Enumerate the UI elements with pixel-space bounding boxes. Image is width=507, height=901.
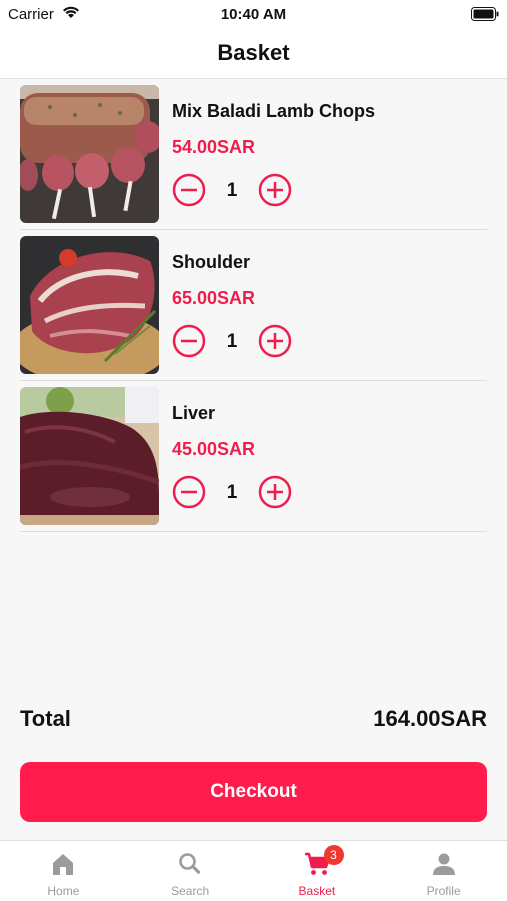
page-title: Basket	[217, 40, 290, 65]
quantity-value: 1	[226, 482, 238, 503]
nav-bar: Basket	[0, 30, 507, 79]
product-image-liver	[20, 387, 159, 525]
tab-label: Search	[171, 884, 210, 898]
status-bar: Carrier 10:40 AM	[0, 0, 507, 30]
product-image-lamb-chops	[20, 85, 159, 223]
cart-count-badge: 3	[323, 845, 344, 865]
decrease-quantity-icon[interactable]	[172, 324, 206, 358]
search-icon	[179, 853, 201, 874]
item-price: 54.00SAR	[172, 137, 256, 157]
clock: 10:40 AM	[220, 6, 287, 23]
increase-quantity-icon[interactable]	[258, 324, 292, 358]
basket-item-liver: Liver 45.00SAR 1	[20, 381, 487, 532]
total-value: 164.00SAR	[373, 706, 487, 731]
item-price: 45.00SAR	[172, 439, 256, 459]
tab-home[interactable]: Home	[0, 841, 127, 901]
quantity-stepper: 1	[172, 475, 302, 509]
quantity-stepper: 1	[172, 324, 302, 358]
quantity-value: 1	[226, 331, 238, 352]
item-name: Mix Baladi Lamb Chops	[172, 101, 376, 121]
basket-item-shoulder: Shoulder 65.00SAR 1	[20, 230, 487, 381]
tab-bar: Home Search 3 Basket Profile	[0, 840, 507, 901]
person-icon	[432, 853, 455, 875]
item-price: 65.00SAR	[172, 288, 256, 308]
checkout-button[interactable]: Checkout	[20, 762, 487, 822]
basket-item-lamb-chops: Mix Baladi Lamb Chops 54.00SAR 1	[20, 79, 487, 230]
total-label: Total	[20, 706, 71, 731]
tab-label: Profile	[426, 884, 461, 898]
decrease-quantity-icon[interactable]	[172, 475, 206, 509]
battery-icon	[471, 7, 499, 21]
item-name: Liver	[172, 403, 216, 423]
tab-search[interactable]: Search	[127, 841, 254, 901]
item-name: Shoulder	[172, 252, 251, 272]
tab-label: Basket	[298, 884, 336, 898]
tab-basket[interactable]: 3 Basket	[254, 841, 381, 901]
increase-quantity-icon[interactable]	[258, 475, 292, 509]
home-icon	[53, 854, 74, 875]
tab-label: Home	[47, 884, 80, 898]
increase-quantity-icon[interactable]	[258, 173, 292, 207]
tab-profile[interactable]: Profile	[380, 841, 507, 901]
basket-list: Mix Baladi Lamb Chops 54.00SAR 1 Shoulde…	[20, 79, 487, 532]
decrease-quantity-icon[interactable]	[172, 173, 206, 207]
quantity-stepper: 1	[172, 173, 302, 207]
quantity-value: 1	[226, 180, 238, 201]
product-image-shoulder	[20, 236, 159, 374]
